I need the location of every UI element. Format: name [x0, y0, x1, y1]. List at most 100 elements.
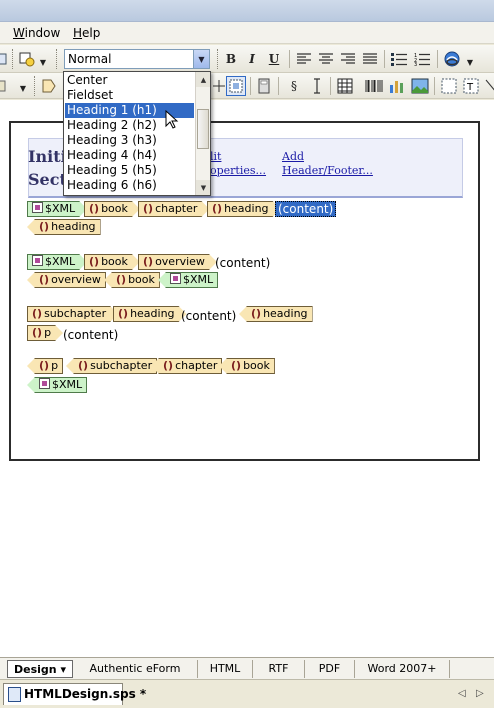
menu-window[interactable]: Window: [13, 26, 60, 40]
insert-text-icon[interactable]: [308, 77, 326, 95]
chevron-down-icon[interactable]: ▼: [193, 50, 209, 68]
tab-pdf[interactable]: PDF: [305, 660, 355, 678]
content-placeholder-label: (content): [275, 201, 337, 217]
tag-label: chapter: [175, 359, 218, 372]
heading-tag-open[interactable]: () heading: [113, 306, 187, 322]
bold-button[interactable]: B: [222, 50, 240, 68]
align-left-icon[interactable]: [295, 50, 313, 68]
toolbar-grip[interactable]: [56, 49, 59, 69]
page-title: Initi Sect: [28, 145, 68, 191]
edit-link[interactable]: lit: [210, 150, 221, 163]
xml-source-tag-close[interactable]: $XML: [27, 377, 88, 393]
book-tag-open[interactable]: () book: [84, 201, 140, 217]
bullet-list-icon[interactable]: [390, 50, 408, 68]
chapter-tag-open[interactable]: () chapter: [138, 201, 209, 217]
subchapter-tag-close[interactable]: () subchapter: [66, 358, 158, 374]
chevron-down-icon[interactable]: ▼: [465, 57, 475, 67]
book-tag-close[interactable]: () book: [104, 272, 160, 288]
content-placeholder[interactable]: (content): [181, 309, 236, 323]
chart-icon[interactable]: [388, 77, 406, 95]
element-bracket-icon: (): [251, 307, 262, 320]
toolbar-grip[interactable]: [34, 76, 37, 96]
line-tool-icon[interactable]: [482, 77, 494, 95]
align-center-icon[interactable]: [317, 50, 335, 68]
svg-text:3: 3: [414, 62, 417, 66]
properties-link[interactable]: operties...: [210, 164, 266, 177]
style-option-heading-6[interactable]: Heading 6 (h6): [65, 178, 194, 193]
style-option-heading-4[interactable]: Heading 4 (h4): [65, 148, 194, 163]
calculator-icon[interactable]: [255, 77, 273, 95]
text-box-icon[interactable]: T: [462, 77, 480, 95]
numbered-list-icon[interactable]: 123: [413, 50, 431, 68]
tab-scroll-right-icon[interactable]: ▷: [476, 688, 484, 699]
element-bracket-icon: (): [89, 202, 100, 215]
scroll-down-icon[interactable]: ▼: [196, 180, 210, 195]
tag-label: p: [44, 326, 52, 339]
toolbar-grip[interactable]: [217, 49, 220, 69]
add-link[interactable]: Add: [282, 150, 304, 163]
book-tag-close[interactable]: () book: [219, 358, 275, 374]
overview-tag-close[interactable]: () overview: [27, 272, 106, 288]
xml-source-tag-open[interactable]: $XML: [27, 254, 87, 270]
heading-tag-close[interactable]: () heading: [239, 306, 313, 322]
tab-authentic-eform[interactable]: Authentic eForm: [73, 660, 198, 678]
menu-help[interactable]: Help: [73, 26, 100, 40]
align-justify-icon[interactable]: [361, 50, 379, 68]
content-placeholder[interactable]: (content): [63, 328, 118, 342]
tag-label: $XML: [45, 202, 76, 215]
underline-button[interactable]: U: [265, 50, 283, 68]
toolbar-overflow-left-icon[interactable]: [0, 50, 12, 68]
tab-word[interactable]: Word 2007+: [355, 660, 450, 678]
document-tab[interactable]: HTMLDesign.sps *: [3, 683, 146, 705]
tab-html[interactable]: HTML: [198, 660, 253, 678]
tag-label: subchapter: [90, 359, 153, 372]
hyperlink-icon[interactable]: [443, 50, 461, 68]
design-view-toggle-icon[interactable]: [226, 76, 246, 96]
element-bracket-icon: (): [143, 202, 154, 215]
content-placeholder-selected[interactable]: (content): [275, 201, 337, 217]
tab-rtf[interactable]: RTF: [253, 660, 305, 678]
tab-design[interactable]: Design ▾: [7, 660, 73, 678]
style-option-fieldset[interactable]: Fieldset: [65, 88, 194, 103]
subchapter-tag-open[interactable]: () subchapter: [27, 306, 118, 322]
chevron-down-icon[interactable]: ▼: [38, 57, 48, 67]
header-footer-link[interactable]: Header/Footer...: [282, 164, 373, 177]
dropdown-scrollbar[interactable]: ▲ ▼: [195, 72, 210, 195]
tag-label: $XML: [52, 378, 83, 391]
xml-source-tag-open[interactable]: $XML: [27, 201, 87, 217]
book-tag-open[interactable]: () book: [84, 254, 140, 270]
toolbar-overflow-left-icon[interactable]: [0, 77, 10, 95]
xml-source-tag-close[interactable]: $XML: [158, 272, 219, 288]
chevron-down-icon[interactable]: ▼: [18, 83, 28, 93]
element-bracket-icon: (): [143, 255, 154, 268]
template-tag-icon[interactable]: [40, 77, 58, 95]
table-icon[interactable]: [336, 77, 354, 95]
tag-label: book: [128, 273, 155, 286]
scroll-up-icon[interactable]: ▲: [196, 72, 210, 87]
align-right-icon[interactable]: [339, 50, 357, 68]
style-select[interactable]: Normal ▼: [64, 49, 210, 69]
image-icon[interactable]: [411, 77, 429, 95]
tag-label: book: [243, 359, 270, 372]
style-option-center[interactable]: Center: [65, 73, 194, 88]
style-option-heading-5[interactable]: Heading 5 (h5): [65, 163, 194, 178]
content-placeholder[interactable]: (content): [215, 256, 270, 270]
style-dropdown-list: Center Fieldset Heading 1 (h1) Heading 2…: [63, 71, 211, 196]
insert-element-icon[interactable]: [18, 50, 36, 68]
style-option-heading-3[interactable]: Heading 3 (h3): [65, 133, 194, 148]
heading-tag-close[interactable]: () heading: [27, 219, 101, 235]
barcode-icon[interactable]: [365, 77, 383, 95]
tab-scroll-left-icon[interactable]: ◁: [458, 688, 466, 699]
toolbar-grip[interactable]: [12, 49, 15, 69]
chapter-tag-close[interactable]: () chapter: [151, 358, 223, 374]
layout-container-icon[interactable]: [440, 77, 458, 95]
scrollbar-thumb[interactable]: [197, 109, 209, 149]
element-bracket-icon: (): [39, 359, 50, 372]
toolbar-separator: [384, 50, 385, 68]
menu-bar: Window Help: [0, 22, 494, 44]
italic-button[interactable]: I: [243, 50, 261, 68]
heading-tag-open[interactable]: () heading: [207, 201, 281, 217]
paragraph-mark-icon[interactable]: §: [285, 77, 303, 95]
overview-tag-open[interactable]: () overview: [138, 254, 217, 270]
menu-help-accel: H: [73, 26, 83, 40]
